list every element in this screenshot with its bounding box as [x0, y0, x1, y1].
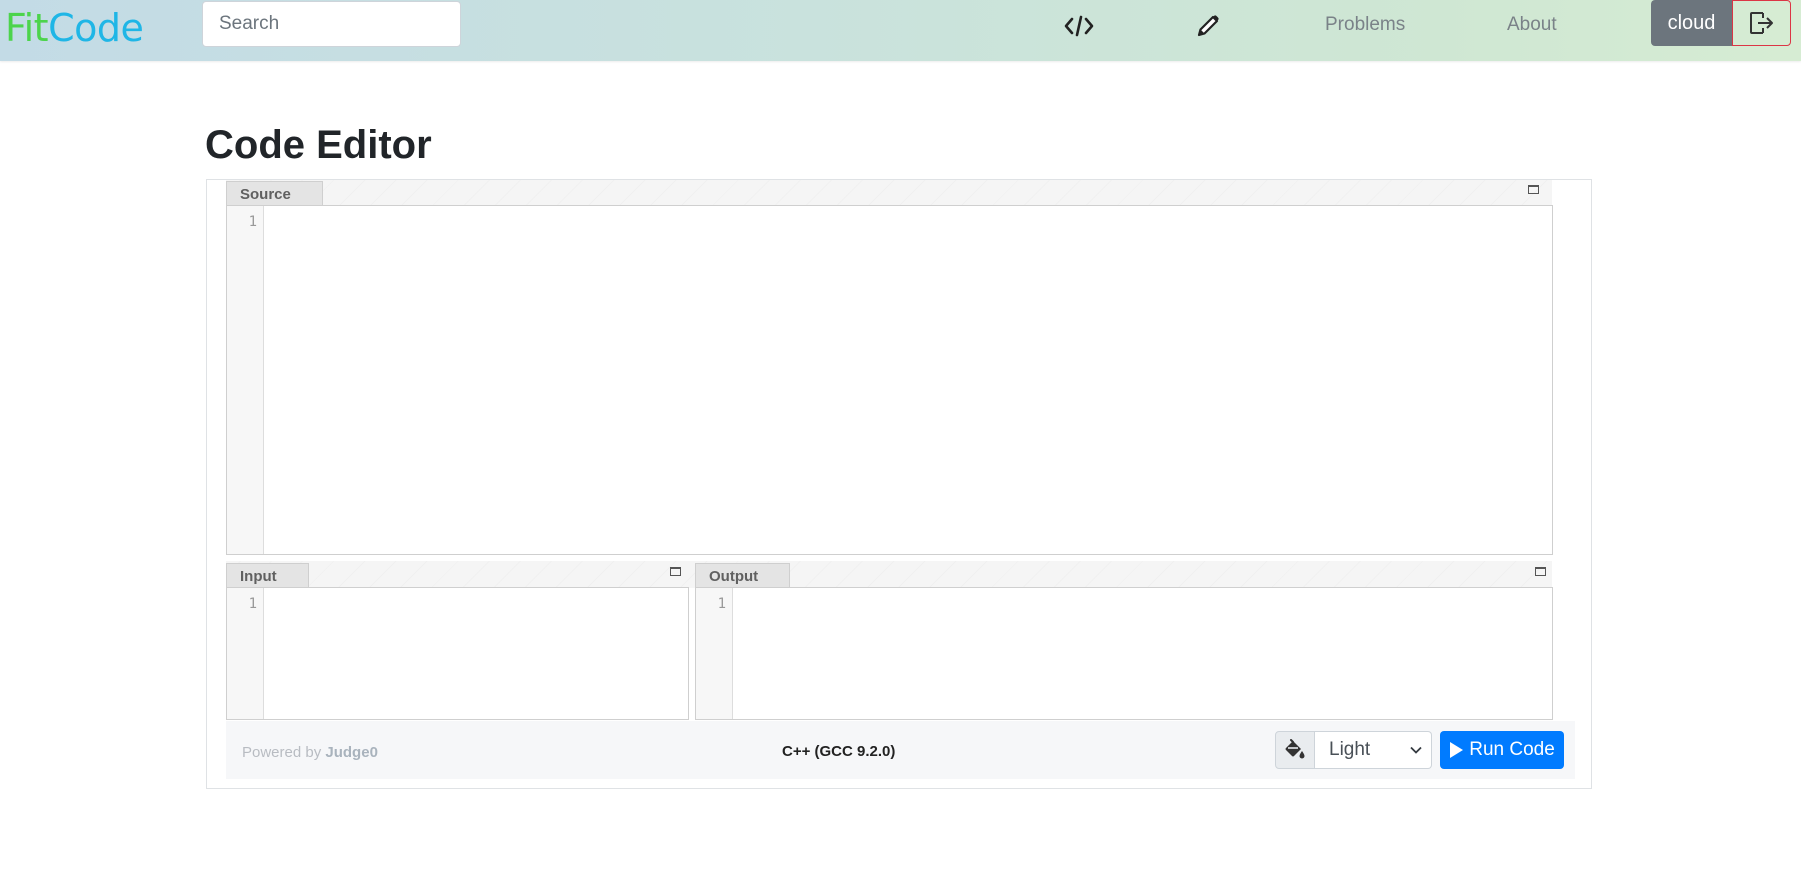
output-pane: Output 1: [695, 563, 1553, 720]
judge0-link[interactable]: Judge0: [325, 744, 378, 761]
nav-link-problems[interactable]: Problems: [1325, 12, 1405, 38]
powered-by-prefix: Powered by: [242, 744, 322, 761]
language-label: C++ (GCC 9.2.0): [782, 743, 896, 760]
input-editor: 1: [226, 587, 689, 720]
page-title: Code Editor: [205, 123, 432, 167]
code-icon[interactable]: [1063, 12, 1095, 40]
output-tab[interactable]: Output: [695, 563, 790, 587]
play-icon: [1450, 742, 1464, 758]
source-pane: Source 1: [226, 181, 1553, 555]
brand-code: Code: [48, 6, 144, 50]
source-tab[interactable]: Source: [226, 181, 323, 205]
line-number: 1: [717, 596, 726, 612]
source-editor: 1: [226, 205, 1553, 555]
brand-logo[interactable]: FitCode: [5, 6, 144, 50]
input-pane: Input 1: [226, 563, 689, 720]
source-code-area[interactable]: [265, 206, 1552, 554]
line-number: 1: [248, 596, 257, 612]
output-code-area[interactable]: [734, 588, 1552, 719]
theme-selector: Light: [1275, 731, 1432, 769]
logout-button[interactable]: [1732, 0, 1791, 46]
brand-fit: Fit: [5, 6, 49, 50]
maximize-icon[interactable]: [670, 567, 681, 576]
logout-icon: [1749, 12, 1773, 34]
user-button[interactable]: cloud: [1651, 0, 1732, 46]
navbar: FitCode Problems About cloud: [0, 0, 1801, 61]
chevron-down-icon: [1410, 746, 1422, 754]
run-code-button[interactable]: Run Code: [1440, 731, 1564, 769]
powered-by: Powered by Judge0: [242, 744, 378, 761]
pencil-icon[interactable]: [1192, 12, 1224, 40]
input-code-area[interactable]: [265, 588, 688, 719]
theme-select-value: Light: [1329, 739, 1371, 760]
maximize-icon[interactable]: [1528, 185, 1539, 194]
line-gutter: 1: [696, 588, 733, 719]
line-gutter: 1: [227, 588, 264, 719]
input-tab[interactable]: Input: [226, 563, 309, 587]
output-editor: 1: [695, 587, 1553, 720]
theme-select[interactable]: Light: [1315, 731, 1432, 769]
line-gutter: 1: [227, 206, 264, 554]
run-code-label: Run Code: [1469, 739, 1555, 760]
search-input[interactable]: [202, 1, 461, 47]
nav-link-about[interactable]: About: [1507, 12, 1557, 38]
paint-bucket-icon: [1275, 731, 1315, 769]
maximize-icon[interactable]: [1535, 567, 1546, 576]
editor-footer: Powered by Judge0 C++ (GCC 9.2.0) Light …: [226, 721, 1575, 779]
line-number: 1: [248, 214, 257, 230]
